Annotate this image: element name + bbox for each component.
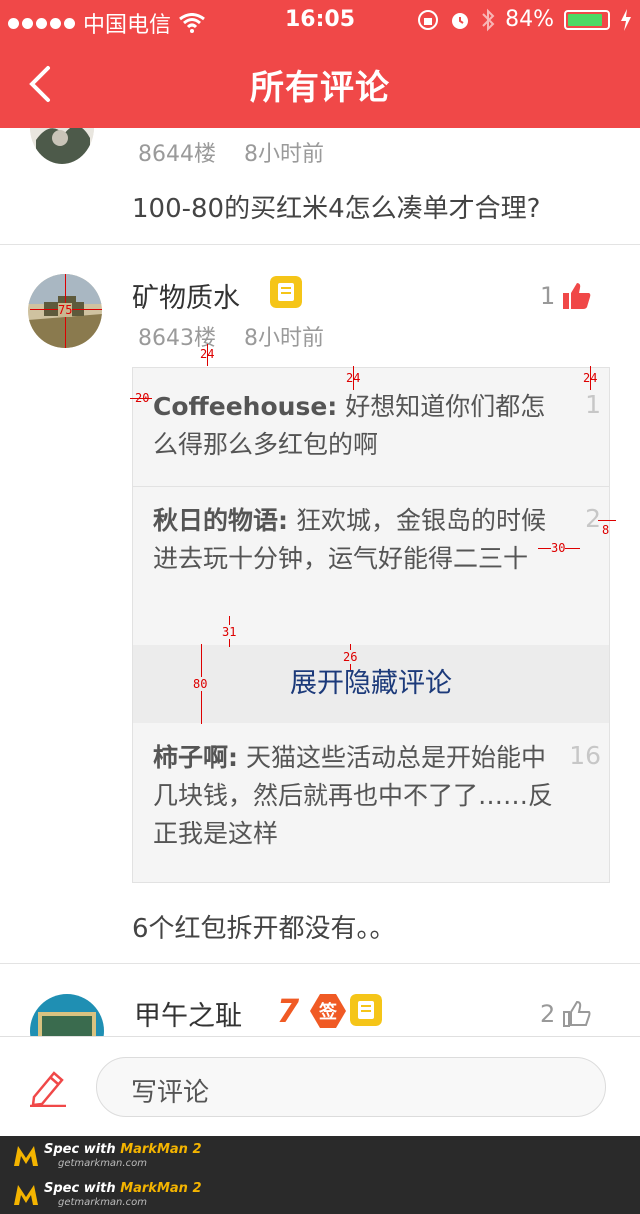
reply-floor: 1 xyxy=(585,390,601,419)
alarm-icon xyxy=(452,12,469,29)
reply-author[interactable]: 秋日的物语: xyxy=(153,506,288,535)
status-bar: 中国电信 16:05 84% xyxy=(0,0,640,40)
markman-title: Spec with MarkMan 2 xyxy=(44,1142,202,1157)
pencil-icon[interactable] xyxy=(28,1067,68,1107)
annotation-label: 31 xyxy=(222,625,237,639)
annotation-label: 75 xyxy=(58,303,73,317)
reply-author[interactable]: Coffeehouse: xyxy=(153,392,337,421)
reply-item[interactable]: Coffeehouse: 好想知道你们都怎么得那么多红包的啊 1 xyxy=(133,368,609,486)
comment-meta: 8644楼 8小时前 xyxy=(138,136,324,168)
annotation-label: 20 xyxy=(135,391,150,405)
badge-seven-text: 7 xyxy=(277,994,300,1026)
reply-text: 秋日的物语: 狂欢城，金银岛的时候进去玩十分钟，运气好能得二三十 xyxy=(153,502,553,578)
rotation-lock-icon xyxy=(418,9,439,30)
like-button[interactable]: 2 xyxy=(540,1000,591,1028)
reply-floor: 2 xyxy=(585,504,601,533)
comment-composer: 写评论 xyxy=(0,1036,640,1136)
comment-list[interactable]: 8644楼 8小时前 100-80的买红米4怎么凑单才合理? 矿物质水 8643楼… xyxy=(0,128,640,1036)
reply-text: 柿子啊: 天猫这些活动总是开始能中几块钱，然后就再也中不了了……反正我是这样 xyxy=(153,739,553,853)
comment-text: 6个红包拆开都没有。。 xyxy=(132,914,396,944)
markman-url: getmarkman.com xyxy=(58,1197,147,1208)
comment-time: 8小时前 xyxy=(244,326,324,351)
charging-icon xyxy=(621,8,631,31)
sign-in-badge-icon: 签 xyxy=(310,994,346,1028)
avatar[interactable] xyxy=(30,128,94,164)
thumbs-up-icon xyxy=(563,283,591,309)
reply-text: Coffeehouse: 好想知道你们都怎么得那么多红包的啊 xyxy=(153,388,553,464)
markman-prefix: Spec with xyxy=(44,1142,121,1157)
level-seven-badge-icon: 7 xyxy=(277,994,300,1026)
markman-banner: Spec with MarkMan 2 getmarkman.com xyxy=(0,1136,640,1175)
markman-brand: MarkMan 2 xyxy=(120,1181,202,1196)
annotation-label: 8 xyxy=(602,523,610,537)
reply-item[interactable]: 柿子啊: 天猫这些活动总是开始能中几块钱，然后就再也中不了了……反正我是这样 1… xyxy=(133,723,609,882)
battery-percent: 84% xyxy=(505,7,554,32)
annotation-label: 26 xyxy=(343,650,358,664)
comment-text: 100-80的买红米4怎么凑单才合理? xyxy=(132,194,541,224)
reply-box: Coffeehouse: 好想知道你们都怎么得那么多红包的啊 1 秋日的物语: … xyxy=(132,367,610,883)
floor-number: 8644楼 xyxy=(138,142,216,167)
annotation-label: 24 xyxy=(346,371,361,385)
comment-input-placeholder: 写评论 xyxy=(131,1078,210,1108)
markman-url: getmarkman.com xyxy=(58,1158,147,1169)
reply-floor: 16 xyxy=(569,741,601,770)
nav-bar: 所有评论 xyxy=(0,40,640,128)
like-count: 2 xyxy=(540,1000,556,1028)
markman-logo-icon xyxy=(14,1185,38,1205)
like-count: 1 xyxy=(540,282,556,310)
markman-brand: MarkMan 2 xyxy=(120,1142,202,1157)
reply-author[interactable]: 柿子啊: xyxy=(153,743,238,772)
markman-banner: Spec with MarkMan 2 getmarkman.com xyxy=(0,1175,640,1214)
avatar[interactable] xyxy=(30,994,104,1036)
avatar-image-icon xyxy=(30,994,104,1036)
level-badge-icon xyxy=(270,276,302,308)
commenter-name[interactable]: 矿物质水 xyxy=(132,276,240,315)
top-bar: 中国电信 16:05 84% 所有评论 xyxy=(0,0,640,128)
thumbs-up-outline-icon xyxy=(563,1001,591,1027)
divider xyxy=(0,244,640,245)
avatar-image-icon xyxy=(30,128,94,164)
annotation-line xyxy=(598,520,616,521)
commenter-name[interactable]: 甲午之耻 xyxy=(134,994,242,1033)
badge-sign-text: 签 xyxy=(318,1001,338,1023)
battery-icon xyxy=(564,9,610,30)
comment-input[interactable]: 写评论 xyxy=(96,1057,606,1117)
comment-time: 8小时前 xyxy=(244,142,324,167)
markman-prefix: Spec with xyxy=(44,1181,121,1196)
like-button[interactable]: 1 xyxy=(540,282,591,310)
reply-item[interactable]: 秋日的物语: 狂欢城，金银岛的时候进去玩十分钟，运气好能得二三十 2 xyxy=(133,486,609,645)
annotation-label: 24 xyxy=(200,347,215,361)
annotation-label: 80 xyxy=(193,677,208,691)
annotation-label: 30 xyxy=(551,541,566,555)
markman-logo-icon xyxy=(14,1146,38,1166)
level-badge-icon xyxy=(350,994,382,1026)
page-title: 所有评论 xyxy=(250,68,390,108)
annotation-label: 24 xyxy=(583,371,598,385)
divider xyxy=(0,963,640,964)
comment-meta: 8643楼 8小时前 xyxy=(138,320,324,352)
markman-title: Spec with MarkMan 2 xyxy=(44,1181,202,1196)
bluetooth-icon xyxy=(482,8,495,31)
